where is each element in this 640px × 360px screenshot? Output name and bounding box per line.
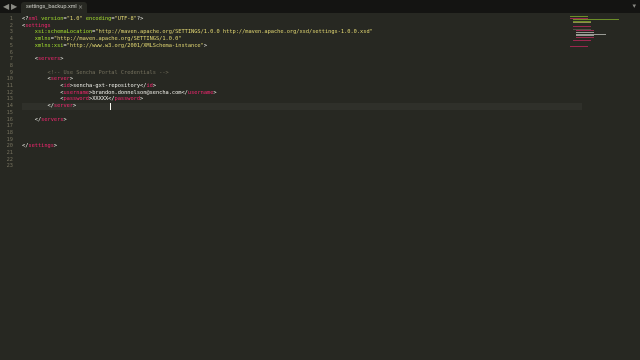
line-number: 18 [6, 129, 13, 136]
code-token: username [187, 89, 214, 96]
line-number: 7 [9, 56, 13, 63]
minimap[interactable] [570, 13, 630, 53]
code-token: servers [41, 116, 64, 123]
code-token: password [63, 96, 89, 103]
code-token: sencha-gxt-repository [73, 83, 141, 89]
code-token: > [69, 76, 74, 83]
minimap-line [573, 25, 591, 27]
code-line[interactable]: <!-- Use Sencha Portal Credentials --> [22, 70, 169, 77]
code-token: < [22, 89, 64, 96]
line-number: 11 [6, 83, 13, 89]
code-token: settings [25, 22, 51, 29]
code-token: <!-- Use Sencha Portal Credentials --> [22, 69, 169, 76]
code-token: > [53, 143, 58, 150]
code-token: server [53, 103, 74, 110]
chevron-down-icon[interactable]: ▾ [632, 1, 636, 12]
line-number: 9 [9, 69, 13, 76]
code-token: "http://maven.apache.org/SETTINGS/1.0.0" [53, 36, 182, 43]
code-area[interactable]: <?xml version="1.0" encoding="UTF-8"?> <s… [22, 13, 582, 360]
code-token: > [140, 96, 144, 103]
line-number: 3 [9, 29, 13, 36]
code-line[interactable]: </settings> [22, 143, 57, 150]
line-number: 4 [9, 36, 13, 43]
code-token: > [63, 116, 67, 123]
code-line[interactable]: xsi:schemaLocation="http://maven.apache.… [22, 29, 373, 36]
line-number: 12 [6, 89, 13, 96]
line-number: 23 [6, 163, 13, 170]
line-number: 10 [6, 76, 13, 83]
code-line[interactable]: xmlns:xsi="http://www.w3.org/2001/XMLSch… [22, 43, 207, 50]
line-number: 21 [6, 150, 13, 156]
code-token: < [22, 83, 64, 89]
line-number: 20 [6, 143, 13, 150]
code-token: server [50, 76, 70, 83]
line-number: 13 [6, 96, 13, 103]
code-token: > [152, 83, 157, 89]
close-icon[interactable]: × [78, 2, 83, 13]
code-token: password [114, 96, 141, 103]
line-number: 22 [6, 156, 13, 163]
line-number: 15 [6, 109, 13, 116]
code-line[interactable]: xmlns="http://maven.apache.org/SETTINGS/… [22, 36, 182, 43]
minimap-line [573, 40, 591, 41]
line-number: 19 [6, 136, 13, 143]
code-line[interactable]: </servers> [22, 117, 67, 124]
code-token: XXXXX [92, 96, 109, 103]
tab-settings-backup[interactable]: settings_backup.xml × [21, 2, 87, 13]
minimap-line [570, 46, 588, 48]
code-line[interactable]: <id>sencha-gxt-repository</id> [22, 83, 156, 90]
line-number: 6 [9, 49, 13, 56]
tab-label: settings_backup.xml [26, 4, 77, 10]
minimap-line [573, 22, 591, 24]
code-editor[interactable]: 1 2 3 4 5 6 7 8 9 10 11 12 13 14 15 16 17 18 19 20 21 22 23 <?… [0, 13, 640, 360]
code-token: < [22, 56, 38, 63]
code-line[interactable]: <password>XXXXX</password> [22, 96, 143, 103]
line-number: 1 [9, 16, 13, 22]
line-number: 5 [9, 42, 13, 49]
code-line[interactable]: <server> [22, 76, 74, 83]
code-token: > [203, 42, 208, 49]
line-number-gutter: 1 2 3 4 5 6 7 8 9 10 11 12 13 14 15 16 17 18 19 20 21 22 23 [0, 13, 16, 360]
code-token: "1.0" [66, 16, 83, 22]
code-token: username [63, 89, 89, 96]
code-token: < [22, 76, 51, 83]
code-token: brandon.donnelson@sencha.com [92, 89, 182, 96]
code-token: </ [22, 116, 42, 123]
code-token: servers [37, 56, 61, 63]
text-cursor [110, 103, 111, 110]
code-token: "http://www.w3.org/2001/XMLSchema-instan… [66, 42, 204, 49]
code-token: < [22, 96, 64, 103]
code-line[interactable]: <username>brandon.donnelson@sencha.com</… [22, 89, 217, 97]
line-number: 17 [6, 123, 13, 130]
code-token: xml [28, 16, 38, 22]
code-token: encoding [82, 16, 112, 22]
code-line[interactable]: <servers> [22, 56, 64, 63]
code-line[interactable]: </server> [22, 103, 77, 110]
code-token: </ [22, 103, 54, 110]
back-arrow-icon[interactable]: ◀ [3, 1, 9, 12]
code-line[interactable]: <?xml version="1.0" encoding="UTF-8"?> [22, 16, 143, 23]
line-number: 2 [9, 22, 13, 29]
code-token: "http://maven.apache.org/SETTINGS/1.0.0 … [95, 29, 373, 36]
minimap-line [576, 36, 594, 38]
code-token: xmlns:xsi [22, 42, 64, 49]
code-token: > [213, 89, 217, 96]
code-token: "UTF-8" [114, 16, 137, 22]
code-token: settings [28, 143, 54, 150]
line-number: 8 [9, 62, 13, 69]
code-token: > [73, 103, 77, 110]
code-token: version [37, 16, 64, 22]
code-line[interactable]: <settings [22, 23, 51, 30]
tab-bar: ◀ ▶ settings_backup.xml × ▾ [0, 0, 640, 13]
line-number: 14 [6, 103, 13, 110]
code-token: xmlns [22, 36, 51, 43]
code-token: xsi:schemaLocation [22, 29, 93, 36]
code-token: ?> [136, 16, 144, 22]
line-number: 16 [6, 116, 13, 123]
forward-arrow-icon[interactable]: ▶ [11, 1, 17, 12]
code-token: > [60, 56, 64, 63]
current-line-highlight [22, 103, 582, 110]
